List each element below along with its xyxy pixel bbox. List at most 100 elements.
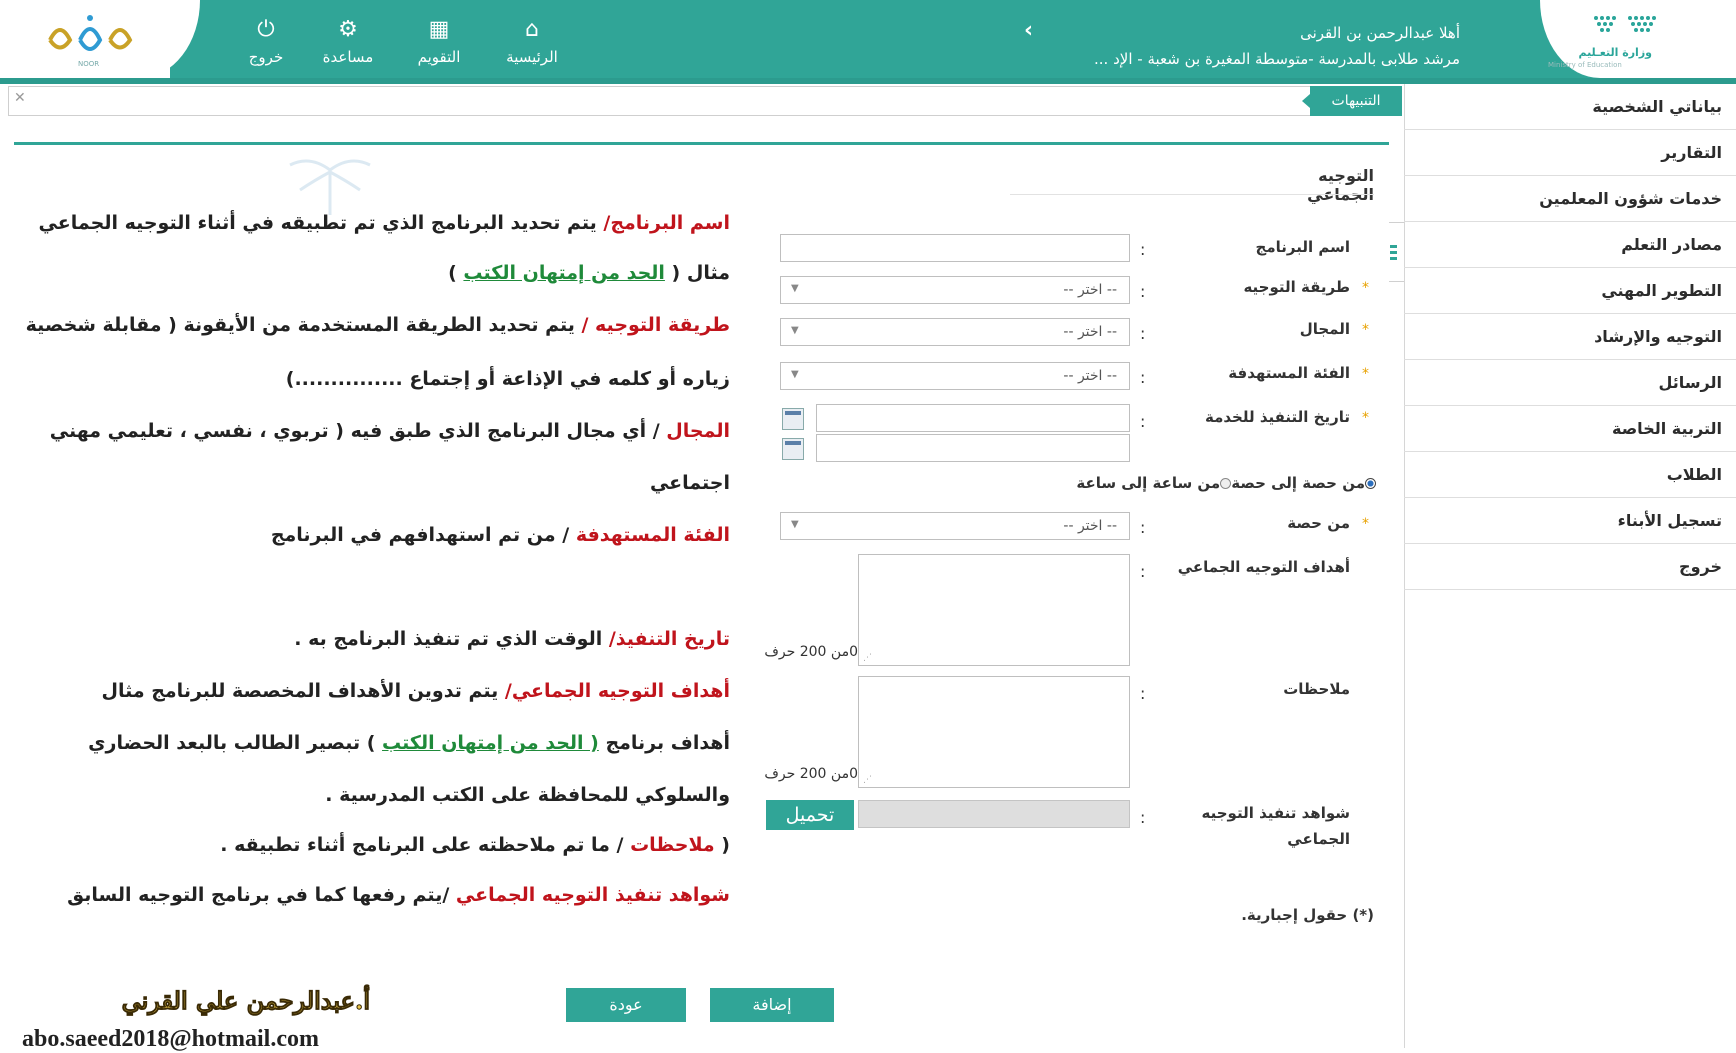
sidebar-item-teacher-services[interactable]: خدمات شؤون المعلمين	[1404, 176, 1736, 222]
notes-textarea[interactable]: ⋰	[858, 676, 1130, 788]
user-role-school: مرشد طلابى بالمدرسة -متوسطة المغيرة بن ش…	[1094, 50, 1460, 68]
note-line-1-text: يتم تحديد البرنامج الذي تم تطبيقه في أثن…	[38, 212, 604, 234]
note-line-6: اجتماعي	[649, 472, 730, 494]
sidebar-item-personal-data[interactable]: بياناتي الشخصية	[1404, 84, 1736, 130]
radio-period-label[interactable]: من حصة إلى حصة	[1231, 474, 1365, 492]
sidebar-item-learning-resources[interactable]: مصادر التعلم	[1404, 222, 1736, 268]
back-button[interactable]: عودة	[566, 988, 686, 1022]
note-line-12-text: / ما تم ملاحظته على البرنامج أثناء تطبيق…	[220, 834, 631, 856]
from-period-label: من حصة	[1287, 514, 1350, 532]
program-name-input[interactable]	[780, 234, 1130, 262]
notes-char-counter: 0من 200 حرف	[764, 766, 858, 782]
sidebar-item-guidance[interactable]: التوجيه والإرشاد	[1404, 314, 1736, 360]
resize-handle-icon[interactable]: ⋰	[863, 775, 872, 785]
sidebar-item-reports[interactable]: التقارير	[1404, 130, 1736, 176]
method-label: طريقة التوجيه	[1243, 278, 1350, 296]
sidebar-item-students[interactable]: الطلاب	[1404, 452, 1736, 498]
add-button[interactable]: إضافة	[710, 988, 834, 1022]
sidebar-item-special-education[interactable]: التربية الخاصة	[1404, 406, 1736, 452]
note-line-7-text: / من تم استهدافهم في البرنامج	[270, 524, 576, 546]
sidebar-item-messages[interactable]: الرسائل	[1404, 360, 1736, 406]
gear-icon: ⚙	[338, 17, 358, 42]
execution-date-from-input[interactable]	[816, 404, 1130, 432]
date-required-mark: *	[1362, 410, 1369, 426]
execution-date-colon: :	[1140, 412, 1146, 431]
target-group-colon: :	[1140, 368, 1146, 387]
sidebar-item-professional-development[interactable]: التطوير المهني	[1404, 268, 1736, 314]
notifications-tab[interactable]: التنبيهات	[1310, 86, 1402, 116]
note-line-9-text: يتم تدوين الأهداف المخصصة للبرنامج مثال	[101, 680, 505, 702]
signature-name: أ.عبدالرحمن علي القرني	[121, 986, 370, 1016]
nav-calendar-button[interactable]: ▦ التقويم	[409, 18, 469, 67]
palm-watermark-icon	[289, 159, 371, 215]
chevron-down-icon: ▼	[791, 283, 799, 294]
radio-hour-button[interactable]	[1220, 478, 1232, 489]
radio-hour-label[interactable]: من ساعة إلى ساعة	[1076, 474, 1220, 492]
note-line-12-pre: (	[714, 834, 730, 856]
ministry-logo-text: وزارة التعـليم	[1578, 46, 1652, 59]
close-notifications-icon[interactable]: ✕	[14, 90, 26, 106]
method-required-mark: *	[1362, 280, 1369, 296]
time-mode-radio-group: من حصة إلى حصة من ساعة إلى ساعة	[1050, 474, 1376, 498]
sidebar-item-logout[interactable]: خروج	[1404, 544, 1736, 590]
field-select[interactable]: -- اختر -- ▼	[780, 318, 1130, 346]
calendar-icon[interactable]	[782, 408, 804, 430]
form-title: التوجيه الجماعي	[1307, 166, 1374, 204]
execution-date-to-input[interactable]	[816, 434, 1130, 462]
note-line-2: مثال ( الحد من إمتهان الكتب )	[448, 262, 730, 284]
note-line-9: أهداف التوجيه الجماعي/ يتم تدوين الأهداف…	[101, 680, 730, 702]
method-select-value: -- اختر --	[1063, 282, 1117, 298]
ministry-logo-icon	[1594, 16, 1656, 32]
nav-help-button[interactable]: ⚙ مساعدة	[318, 17, 378, 67]
nav-home-button[interactable]: ⌂ الرئيسية	[500, 18, 564, 67]
note-line-7: الفئة المستهدفة / من تم استهدافهم في الب…	[271, 524, 730, 546]
note-line-2-post: )	[448, 262, 464, 284]
evidence-file-input[interactable]	[858, 800, 1130, 828]
goals-textarea[interactable]: ⋰	[858, 554, 1130, 666]
goals-label: أهداف التوجيه الجماعي	[1177, 558, 1350, 576]
method-select[interactable]: -- اختر -- ▼	[780, 276, 1130, 304]
field-select-value: -- اختر --	[1063, 324, 1117, 340]
resize-handle-icon[interactable]: ⋰	[863, 653, 872, 663]
execution-date-label: تاريخ التنفيذ للخدمة	[1204, 408, 1350, 426]
sidebar-item-children-registration[interactable]: تسجيل الأبناء	[1404, 498, 1736, 544]
calendar-icon[interactable]	[782, 438, 804, 460]
power-icon: ⏻	[257, 17, 275, 42]
ministry-logo: وزارة التعـليم Ministry of Education	[1540, 0, 1736, 78]
note-line-2-example: الحد من إمتهان الكتب	[463, 262, 665, 284]
sidebar-menu: بياناتي الشخصية التقارير خدمات شؤون المع…	[1404, 84, 1736, 1048]
nav-logout-button[interactable]: ⏻ خروج	[246, 17, 286, 67]
note-line-10: أهداف برنامج ( الحد من إمتهان الكتب ) تب…	[88, 732, 730, 754]
note-line-13-term: شواهد تنفيذ التوجيه الجماعي	[455, 884, 730, 906]
note-line-12: ( ملاحظات / ما تم ملاحظته على البرنامج أ…	[220, 834, 730, 856]
note-line-13-text: /يتم رفعها كما في برنامج التوجيه السابق	[67, 884, 456, 906]
note-line-5: المجال / أي مجال البرنامج الذي طبق فيه (…	[50, 420, 730, 442]
note-line-13: شواهد تنفيذ التوجيه الجماعي /يتم رفعها ك…	[67, 884, 730, 906]
welcome-greeting: أهلا عبدالرحمن بن القرنى	[1300, 24, 1460, 42]
note-line-12-term: ملاحظات	[630, 834, 715, 856]
from-period-select[interactable]: -- اختر -- ▼	[780, 512, 1130, 540]
chevron-down-icon: ▼	[791, 325, 799, 336]
goals-colon: :	[1140, 562, 1146, 581]
required-fields-note: (*) حقول إجبارية.	[1241, 906, 1374, 924]
upload-button[interactable]: تحميل	[766, 800, 854, 830]
target-group-label: الفئة المستهدفة	[1228, 364, 1350, 382]
program-name-label: اسم البرنامج	[1255, 238, 1350, 256]
program-name-colon: :	[1140, 240, 1146, 259]
note-line-4: زياره أو كلمه في الإذاعة أو إجتماع .....…	[285, 368, 730, 390]
note-line-5-term: المجال	[666, 420, 730, 442]
radio-period-button[interactable]	[1365, 478, 1376, 489]
target-group-select[interactable]: -- اختر -- ▼	[780, 362, 1130, 390]
noor-logo[interactable]: NOOR	[0, 0, 200, 78]
notes-label: ملاحظات	[1283, 680, 1350, 698]
note-line-8: تاريخ التنفيذ/ الوقت الذي تم تنفيذ البرن…	[294, 628, 730, 650]
form-title-divider	[1010, 194, 1374, 195]
noor-logo-text: NOOR	[78, 60, 100, 68]
nav-help-label: مساعدة	[322, 48, 374, 66]
field-required-mark: *	[1362, 322, 1369, 338]
note-line-5-text: / أي مجال البرنامج الذي طبق فيه ( تربوي …	[49, 420, 667, 442]
note-line-2-pre: مثال (	[664, 262, 730, 284]
target-group-select-value: -- اختر --	[1063, 368, 1117, 384]
note-line-3-text: يتم تحديد الطريقة المستخدمة من الأيقونة …	[25, 314, 582, 336]
ministry-logo-subtext: Ministry of Education	[1548, 61, 1622, 69]
